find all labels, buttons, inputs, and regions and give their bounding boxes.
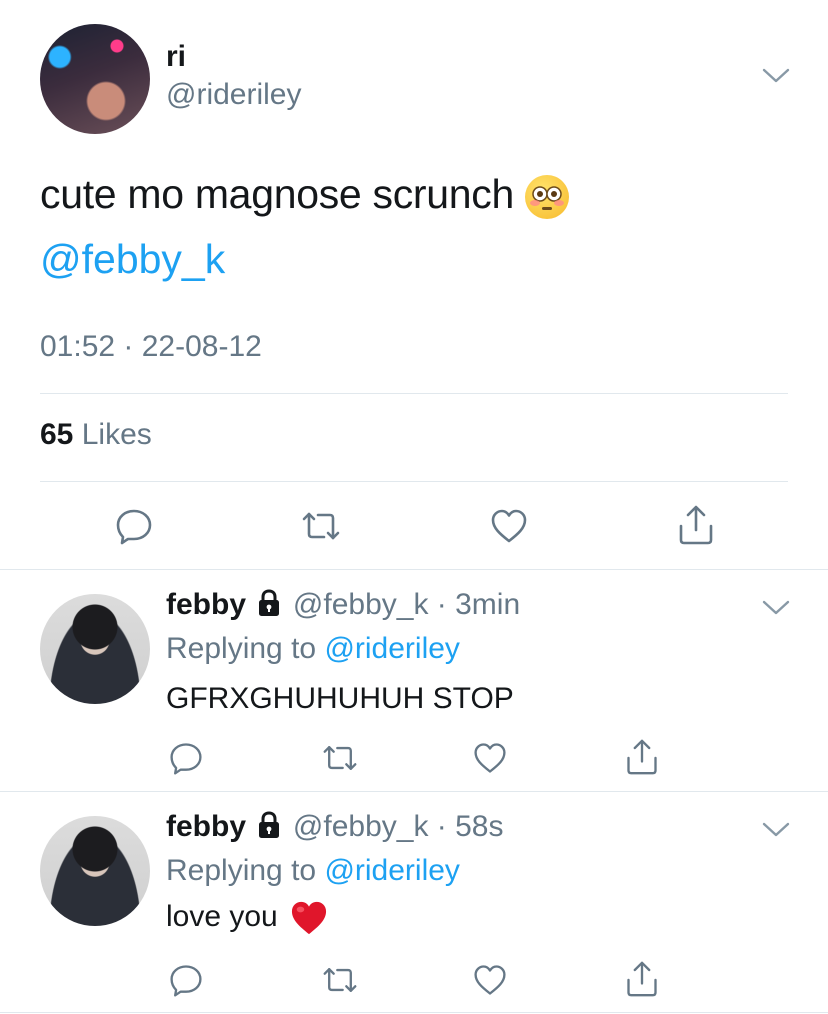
flushed-face-emoji (525, 175, 570, 220)
divider (0, 1012, 828, 1013)
tweet-mention-link[interactable]: @febby_k (40, 236, 225, 283)
divider (40, 481, 788, 482)
reply-text-row: love you (166, 900, 328, 936)
share-button[interactable] (622, 958, 662, 1000)
replying-to: Replying to @rideriley (166, 632, 460, 666)
replying-to-mention[interactable]: @rideriley (324, 854, 459, 887)
reply-handle[interactable]: @febby_k (293, 588, 429, 621)
reply-icon (170, 743, 202, 775)
reply-time[interactable]: 58s (455, 810, 503, 843)
like-icon (474, 743, 506, 773)
likes-label: Likes (81, 418, 152, 451)
chevron-down-icon[interactable] (762, 598, 790, 618)
reply-display-name[interactable]: febby (166, 588, 246, 621)
chevron-down-icon[interactable] (762, 66, 790, 86)
reply-text: GFRXGHUHUHUH STOP (166, 682, 514, 715)
replying-to: Replying to @rideriley (166, 854, 460, 888)
retweet-icon (323, 746, 357, 770)
author-avatar[interactable] (40, 24, 150, 134)
likes-count[interactable]: 65 Likes (40, 418, 152, 452)
like-icon (474, 965, 506, 995)
reply-avatar[interactable] (40, 594, 150, 704)
divider (0, 791, 828, 792)
reply-handle[interactable]: @febby_k (293, 810, 429, 843)
reply-header: febby @febby_k · 3min (166, 588, 520, 622)
lock-icon (259, 811, 280, 838)
separator: · (428, 810, 456, 843)
like-button[interactable] (470, 960, 510, 1000)
retweet-button[interactable] (320, 738, 360, 778)
tweet-text: cute mo magnose scrunch (40, 168, 570, 220)
replying-to-mention[interactable]: @rideriley (324, 632, 459, 665)
share-icon (679, 505, 713, 545)
like-icon (491, 509, 527, 543)
likes-number: 65 (40, 418, 74, 451)
retweet-button[interactable] (299, 504, 343, 548)
retweet-button[interactable] (320, 960, 360, 1000)
lock-icon (259, 589, 280, 616)
chevron-down-icon[interactable] (762, 820, 790, 840)
reply-button[interactable] (166, 960, 206, 1000)
retweet-icon (302, 512, 340, 540)
divider (0, 569, 828, 570)
reply-header: febby @febby_k · 58s (166, 810, 504, 844)
reply-display-name[interactable]: febby (166, 810, 246, 843)
replying-prefix: Replying to (166, 632, 317, 665)
share-button[interactable] (674, 502, 718, 548)
reply-icon (170, 965, 202, 997)
reply-text: love you (166, 900, 278, 933)
tweet-timestamp[interactable]: 01:52 · 22-08-12 (40, 330, 262, 364)
divider (40, 393, 788, 394)
like-button[interactable] (470, 738, 510, 778)
reply-button[interactable] (112, 504, 156, 548)
reply-avatar[interactable] (40, 816, 150, 926)
reply-button[interactable] (166, 738, 206, 778)
share-icon (627, 739, 657, 775)
share-icon (627, 961, 657, 997)
reply-time[interactable]: 3min (455, 588, 520, 621)
retweet-icon (323, 968, 357, 992)
tweet-text-content: cute mo magnose scrunch (40, 171, 514, 217)
author-handle[interactable]: @rideriley (166, 78, 301, 112)
red-heart-emoji (292, 901, 327, 935)
share-button[interactable] (622, 736, 662, 778)
reply-icon (116, 509, 152, 545)
separator: · (428, 588, 456, 621)
replying-prefix: Replying to (166, 854, 317, 887)
like-button[interactable] (487, 504, 531, 548)
author-display-name[interactable]: ri (166, 40, 186, 74)
